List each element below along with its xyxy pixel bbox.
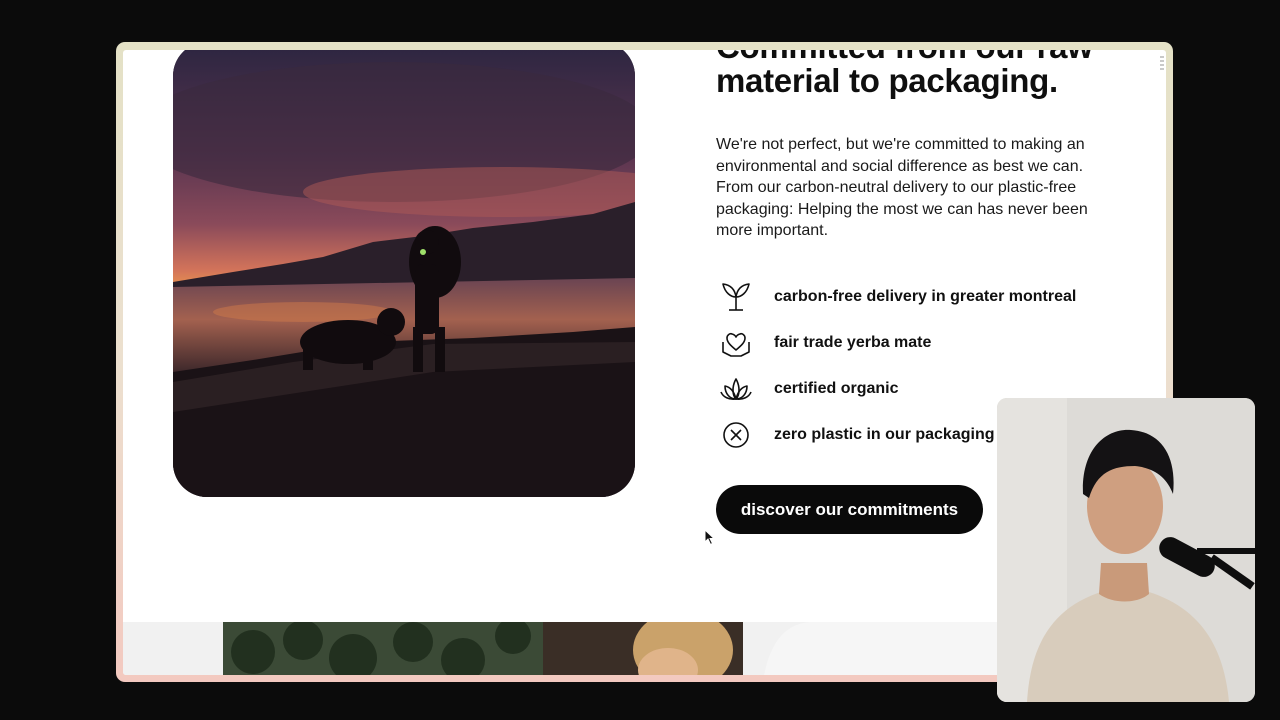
feature-label: zero plastic in our packaging (774, 426, 995, 443)
mouse-cursor-icon (704, 529, 716, 546)
no-plastic-icon (716, 415, 756, 455)
heart-hands-icon (716, 323, 756, 363)
feature-label: fair trade yerba mate (774, 334, 932, 351)
discover-commitments-button[interactable]: discover our commitments (716, 485, 983, 534)
scroll-grip[interactable] (1160, 56, 1164, 70)
sprout-icon (716, 277, 756, 317)
feature-item-fair-trade: fair trade yerba mate (716, 320, 1156, 366)
feature-label: certified organic (774, 380, 899, 397)
webcam-overlay (997, 398, 1255, 702)
feature-item-carbon-free-delivery: carbon-free delivery in greater montreal (716, 274, 1156, 320)
feature-label: carbon-free delivery in greater montreal (774, 288, 1077, 305)
hero-photo-sunset-lake (173, 50, 635, 497)
section-body-text: We're not perfect, but we're committed t… (716, 136, 1088, 239)
section-heading: Committed from our raw material to packa… (716, 50, 1093, 99)
lotus-icon (716, 369, 756, 409)
